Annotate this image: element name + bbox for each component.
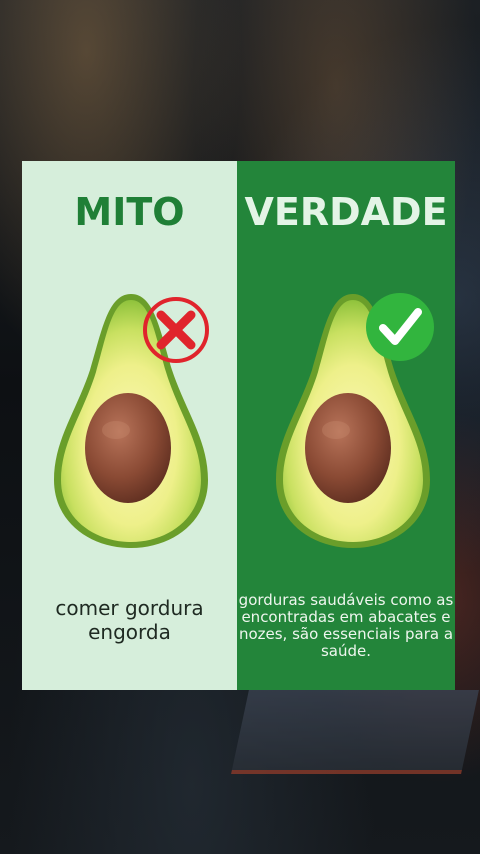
building-roof [231, 690, 479, 774]
truth-caption: gorduras saudáveis como as encontradas e… [238, 591, 454, 660]
myth-title: MITO [74, 190, 185, 234]
myth-caption: comer gordura engorda [55, 596, 204, 644]
check-mark-icon [366, 293, 434, 361]
truth-title: VERDADE [244, 190, 448, 234]
x-mark-icon [143, 297, 209, 363]
